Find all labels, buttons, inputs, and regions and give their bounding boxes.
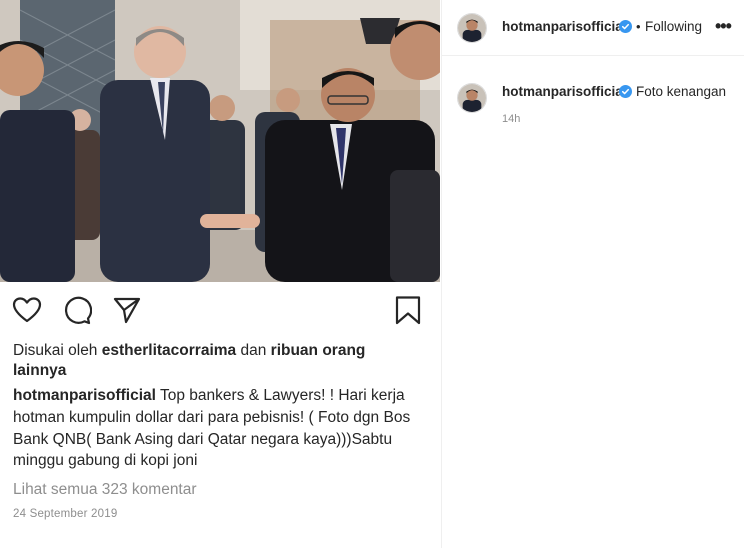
comment-time: 14h — [502, 113, 521, 125]
caption-username[interactable]: hotmanparisofficial — [13, 387, 156, 404]
verified-badge-icon — [619, 20, 632, 33]
comment-icon[interactable] — [62, 295, 92, 325]
liker-username[interactable]: estherlitacorraima — [102, 342, 236, 359]
more-options-icon[interactable]: ••• — [715, 16, 735, 36]
comment-username[interactable]: hotmanparisofficial — [502, 84, 627, 99]
bookmark-icon[interactable] — [393, 295, 423, 325]
likes-connector: dan — [240, 342, 267, 359]
avatar[interactable] — [457, 13, 487, 43]
verified-badge-icon — [619, 85, 632, 98]
post-column: Disukai oleh estherlitacorraima dan ribu… — [0, 0, 440, 548]
comment-text: Foto kenangan — [636, 84, 727, 99]
following-button[interactable]: Following — [645, 19, 702, 34]
post-date: 24 September 2019 — [13, 508, 118, 520]
heart-icon[interactable] — [12, 295, 42, 325]
header-separator: • — [636, 19, 641, 34]
post-caption: hotmanparisofficial Top bankers & Lawyer… — [13, 385, 433, 472]
view-all-comments-link[interactable]: Lihat semua 323 komentar — [13, 481, 197, 499]
photo-illustration — [0, 0, 440, 282]
send-icon[interactable] — [112, 295, 142, 325]
comments-panel: hotmanparisofficial • Following ••• hotm… — [441, 0, 744, 548]
likes-prefix: Disukai oleh — [13, 342, 98, 359]
header-username[interactable]: hotmanparisofficial — [502, 19, 627, 34]
post-photo[interactable] — [0, 0, 440, 282]
post-header: hotmanparisofficial • Following ••• — [442, 0, 744, 56]
likes-summary: Disukai oleh estherlitacorraima dan ribu… — [13, 341, 423, 381]
comment-avatar[interactable] — [457, 83, 487, 113]
action-bar — [0, 282, 440, 338]
